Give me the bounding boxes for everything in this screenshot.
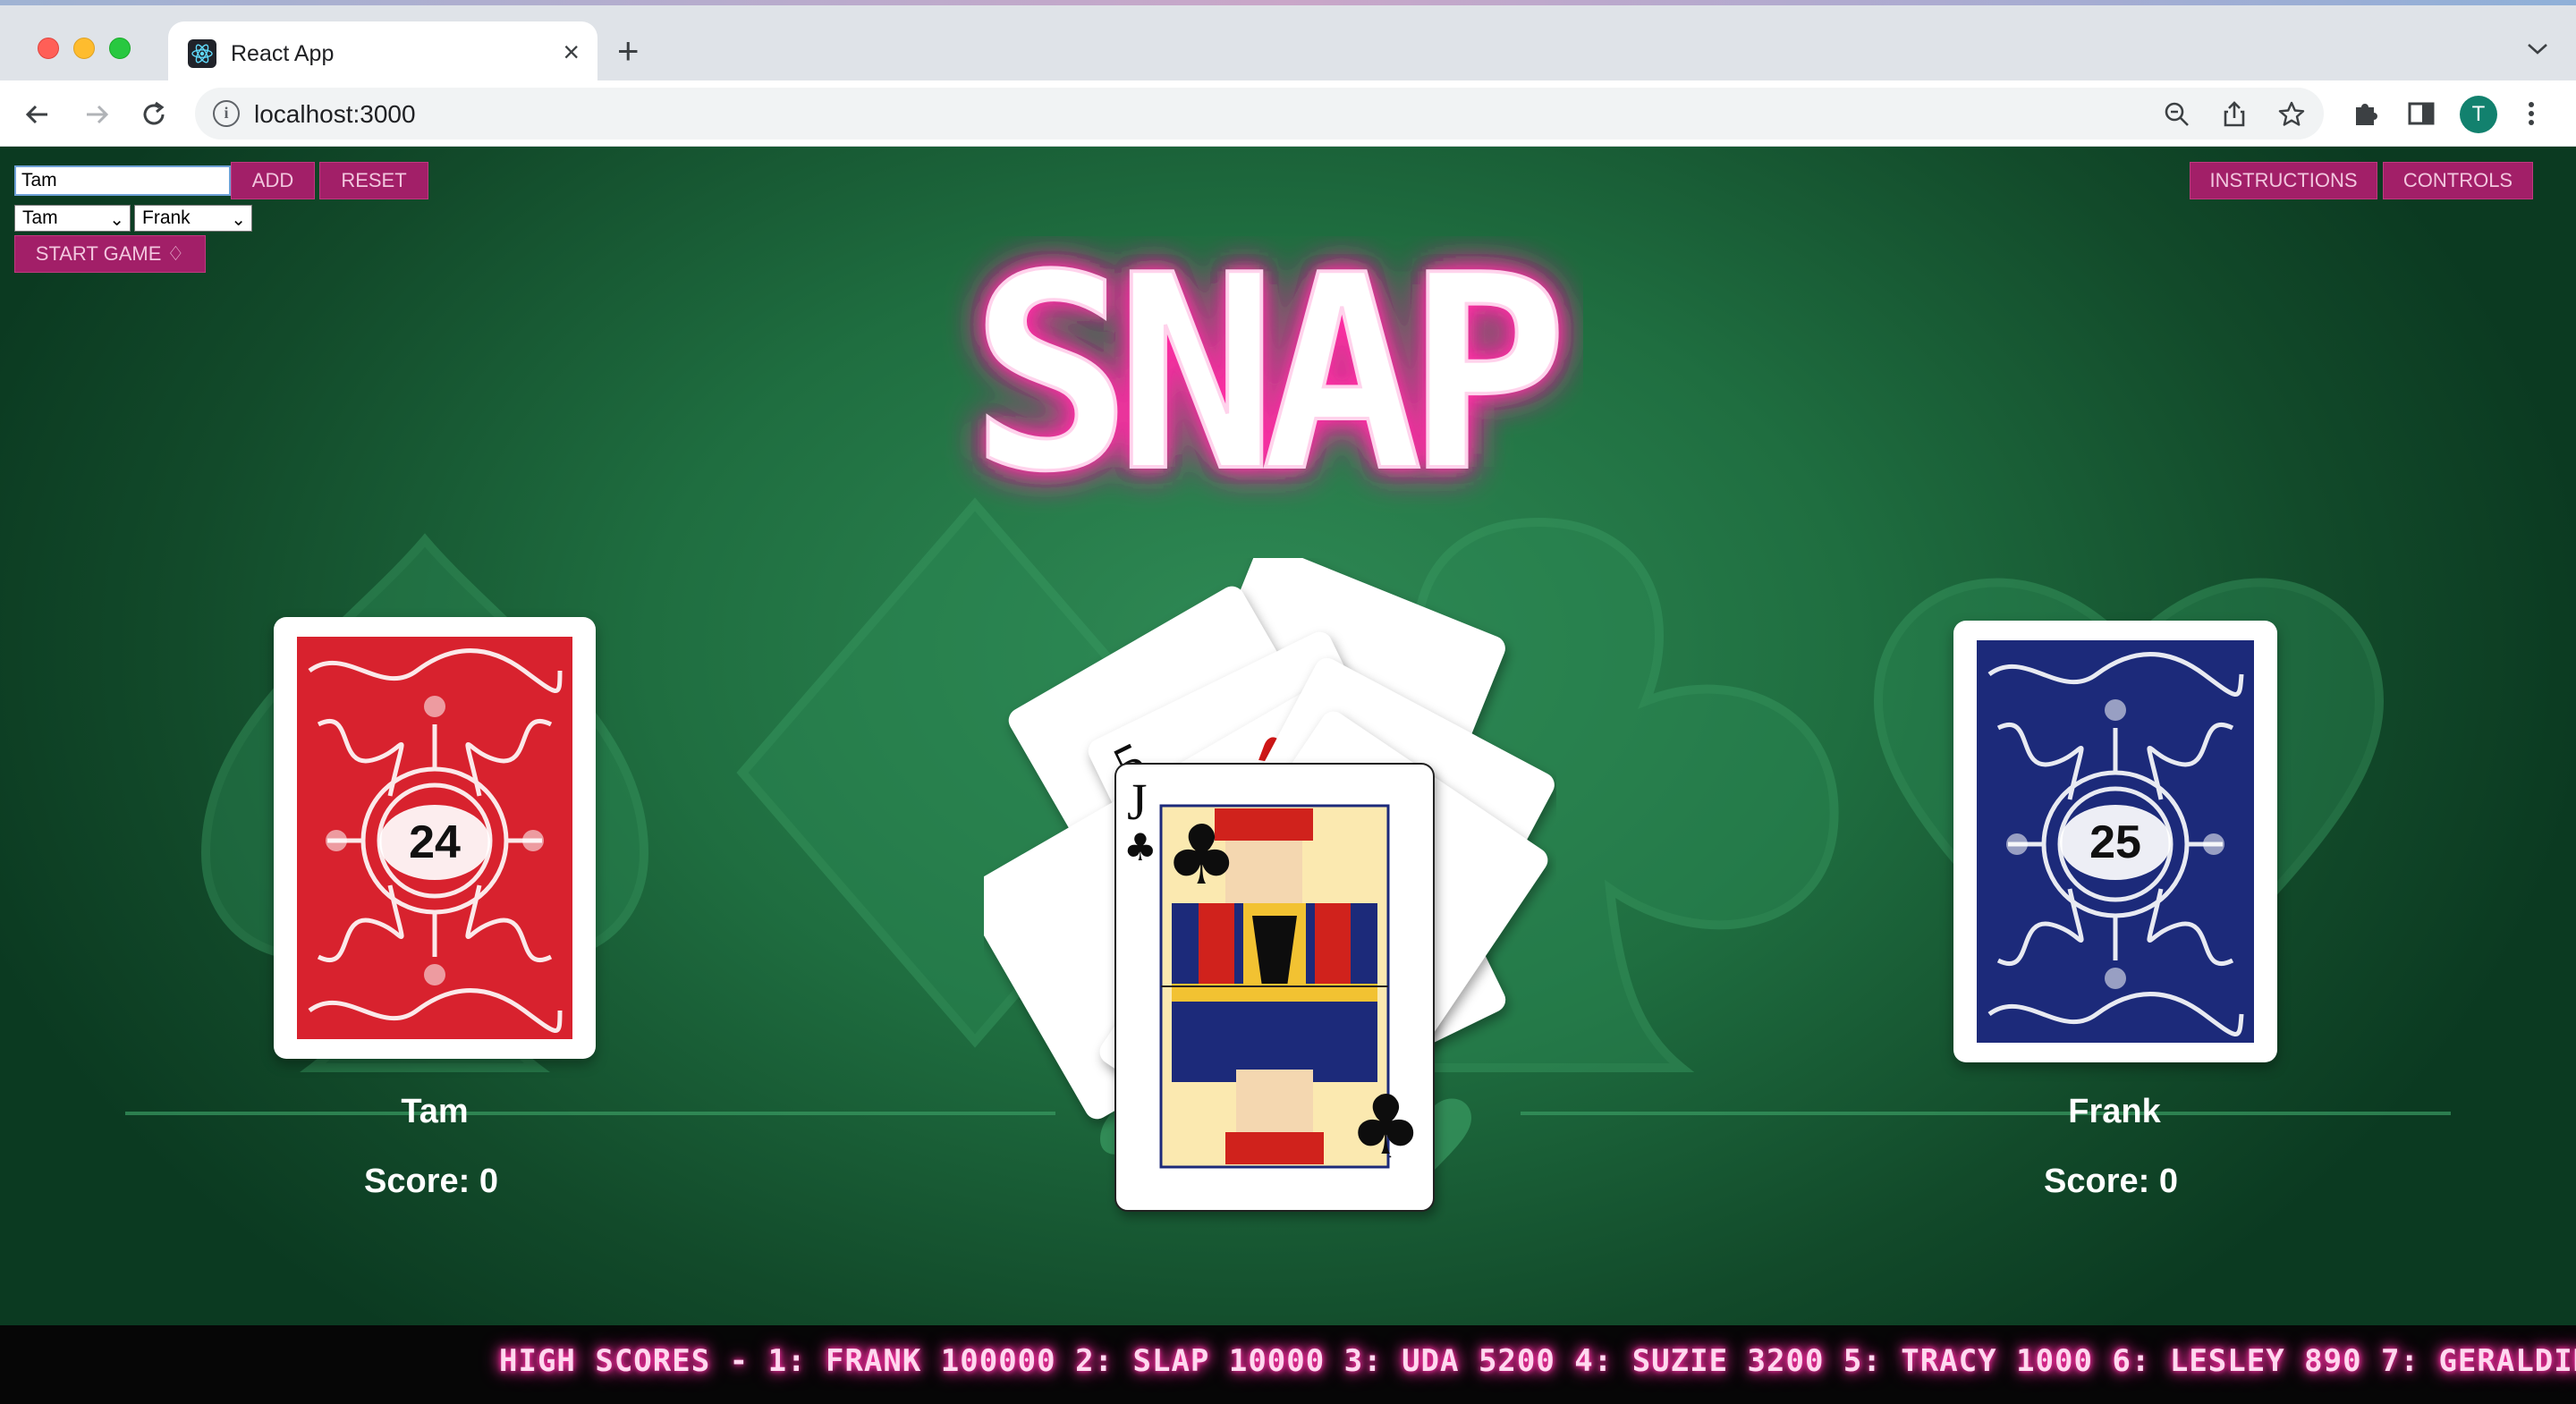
snap-title-logo: SNAP SNAP [969, 236, 1576, 522]
maximize-window-button[interactable] [109, 38, 131, 59]
club-icon: ♣ [1123, 825, 1157, 869]
player-two-select[interactable]: Frank ⌄ [134, 205, 252, 232]
high-scores-ticker: HIGH SCORES - 1: FRANK 100000 2: SLAP 10… [0, 1325, 2576, 1404]
player-two-select-value: Frank [142, 207, 191, 228]
back-arrow-icon[interactable] [20, 97, 55, 132]
tab-title: React App [231, 41, 335, 66]
react-logo-icon [188, 39, 216, 68]
reset-button[interactable]: RESET [319, 162, 428, 199]
browser-menu-icon[interactable] [2522, 98, 2553, 129]
chevron-down-icon: ⌄ [231, 210, 246, 230]
player-two-name: Frank [2068, 1093, 2161, 1130]
add-player-button[interactable]: ADD [231, 162, 315, 199]
site-info-icon[interactable]: i [213, 100, 240, 127]
browser-tab[interactable]: React App × [168, 21, 597, 86]
profile-avatar[interactable]: T [2460, 96, 2497, 133]
zoom-out-icon[interactable] [2163, 100, 2191, 129]
minimize-window-button[interactable] [73, 38, 95, 59]
address-bar[interactable]: i localhost:3000 [195, 88, 2324, 140]
tab-strip: React App × + [0, 5, 2576, 86]
discard-pile[interactable]: 5 ♠ Q ♥ Q 5 J ♣ J [984, 558, 1556, 1273]
player-one-deck[interactable]: 24 [274, 617, 596, 1059]
player-one-select[interactable]: Tam ⌄ [14, 205, 131, 232]
tab-close-icon[interactable]: × [563, 36, 580, 68]
extensions-puzzle-icon[interactable] [2351, 98, 2381, 129]
share-icon[interactable] [2220, 100, 2249, 129]
controls-button[interactable]: CONTROLS [2383, 162, 2533, 199]
new-tab-icon[interactable]: + [617, 32, 640, 70]
player-two-score: Score: 0 [2044, 1163, 2178, 1200]
club-icon: ♣ [1165, 808, 1238, 903]
instructions-button[interactable]: INSTRUCTIONS [2190, 162, 2377, 199]
forward-arrow-icon[interactable] [79, 97, 114, 132]
tab-search-chevron-icon[interactable] [2526, 36, 2549, 63]
top-card-jack-of-clubs: J ♣ J ♣ ♣ ♣ [1114, 763, 1435, 1212]
high-scores-text: HIGH SCORES - 1: FRANK 100000 2: SLAP 10… [499, 1343, 2576, 1379]
start-game-button[interactable]: START GAME ♢ [14, 235, 206, 273]
chevron-down-icon: ⌄ [109, 210, 124, 230]
url-text: localhost:3000 [254, 100, 416, 128]
reload-icon[interactable] [136, 97, 172, 132]
close-window-button[interactable] [38, 38, 59, 59]
top-card-rank: J [1127, 773, 1148, 831]
player-name-input[interactable]: Tam [14, 165, 231, 196]
browser-toolbar: i localhost:3000 T [0, 80, 2576, 147]
player-one-select-value: Tam [22, 207, 58, 228]
player-one-name: Tam [401, 1093, 469, 1130]
player-one-score: Score: 0 [364, 1163, 498, 1200]
player-two-deck[interactable]: 25 [1953, 621, 2277, 1062]
player-two-card-count: 25 [2060, 805, 2171, 880]
game-table: Tam ADD RESET Tam ⌄ Frank ⌄ START GAME ♢… [0, 147, 2576, 1404]
snap-title-text: SNAP [970, 236, 1558, 522]
bookmark-star-icon[interactable] [2277, 100, 2306, 129]
club-icon: ♣ [1349, 1078, 1422, 1173]
player-one-card-count: 24 [379, 805, 490, 880]
side-panel-icon[interactable] [2406, 98, 2436, 129]
